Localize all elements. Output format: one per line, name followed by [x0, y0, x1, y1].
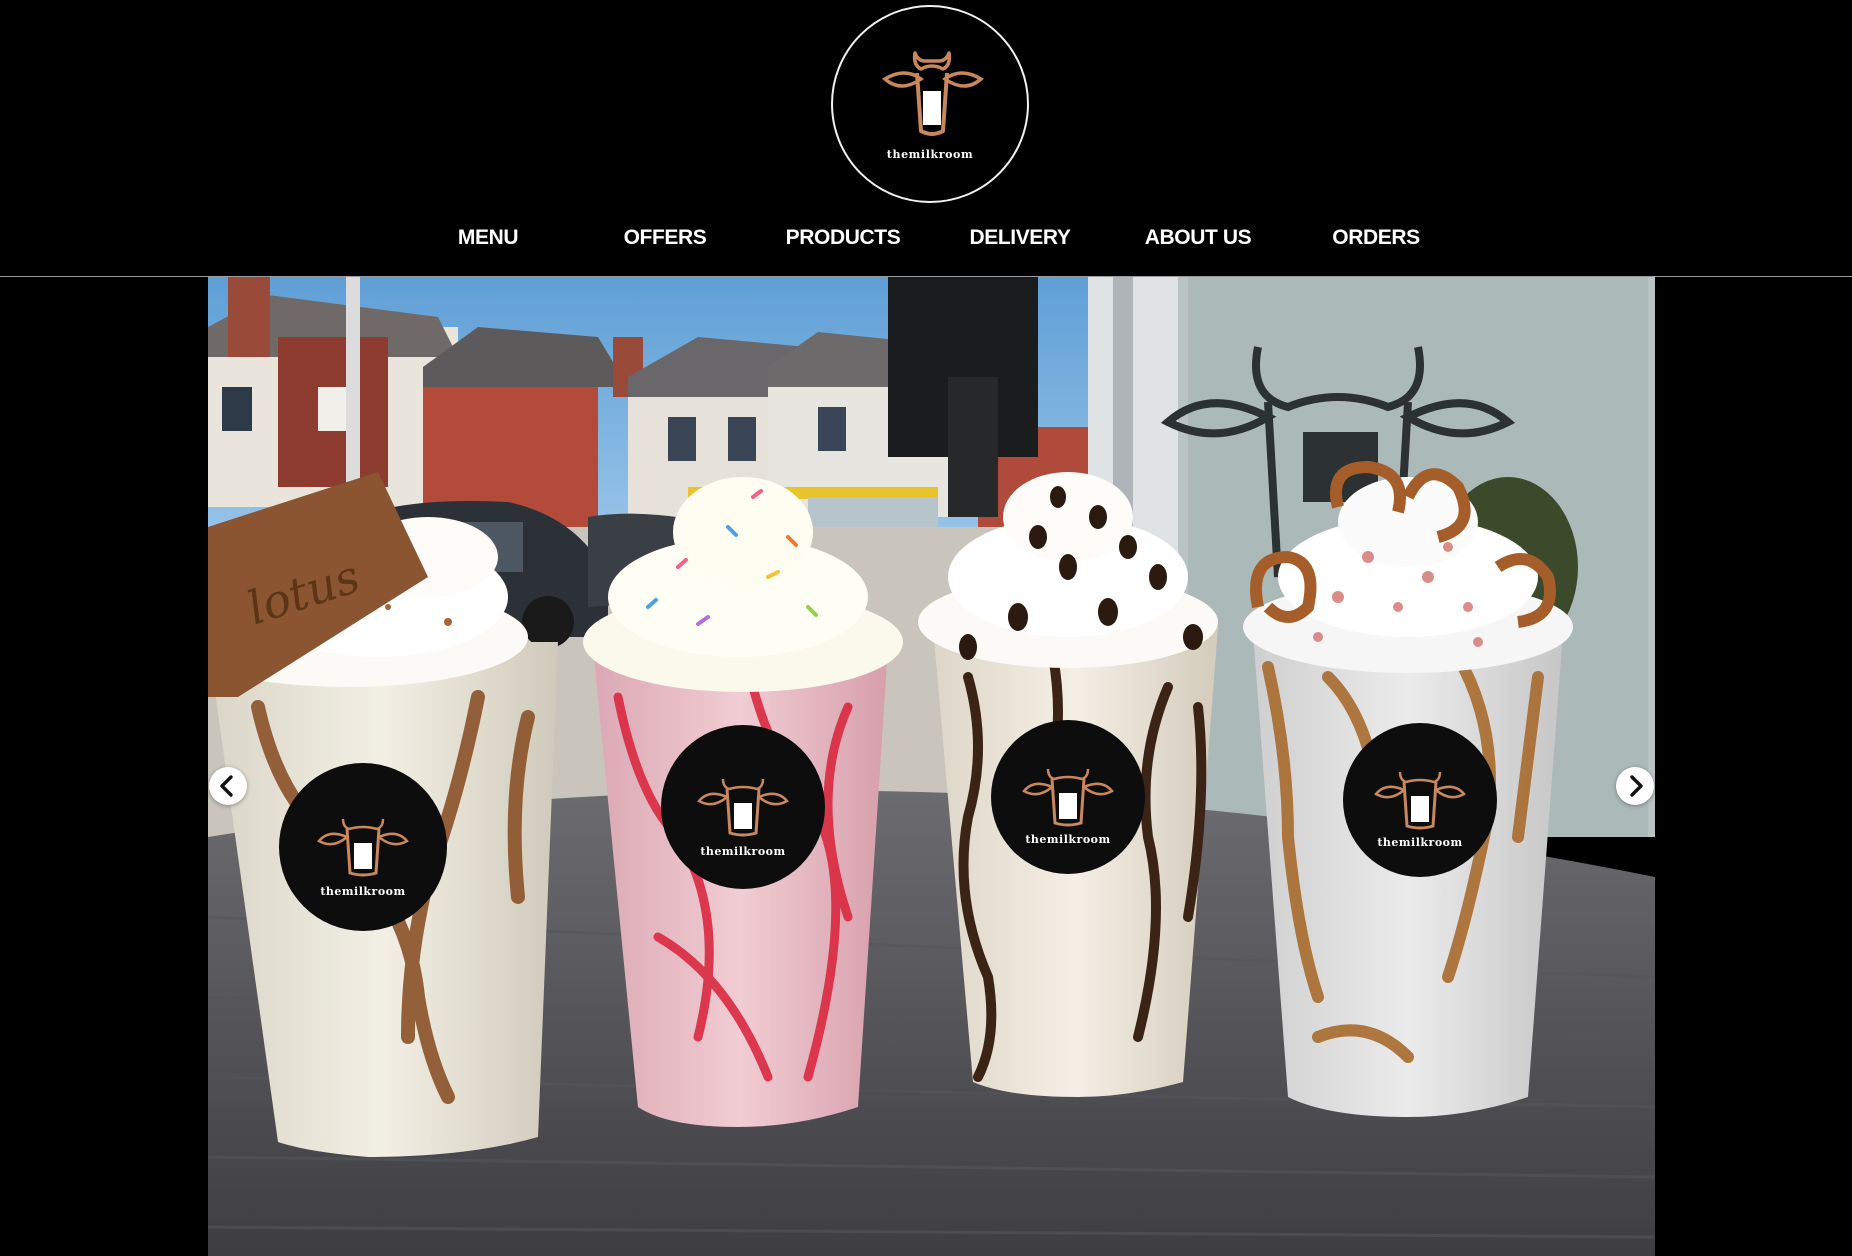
page: themilkroom MENU OFFERS PRODUCTS DELIVER… — [0, 0, 1852, 1256]
svg-text:themilkroom: themilkroom — [700, 845, 785, 858]
slider-prev-button[interactable] — [209, 767, 247, 805]
nav-orders[interactable]: ORDERS — [1286, 222, 1466, 254]
nav-offers[interactable]: OFFERS — [575, 222, 755, 254]
nav-delivery[interactable]: DELIVERY — [930, 222, 1110, 254]
cow-milk-glass-icon — [882, 51, 984, 136]
nav-products[interactable]: PRODUCTS — [753, 222, 933, 254]
site-header: themilkroom MENU OFFERS PRODUCTS DELIVER… — [0, 0, 1852, 277]
svg-text:themilkroom: themilkroom — [1025, 833, 1110, 846]
chevron-left-icon — [220, 775, 233, 797]
milkshakes-photo: lotus themilkroom themilkroom themilkroo… — [208, 277, 1655, 1256]
brand-wordmark: themilkroom — [886, 148, 974, 161]
chevron-right-icon — [1630, 775, 1643, 797]
nav-about-us[interactable]: ABOUT US — [1108, 222, 1288, 254]
nav-menu[interactable]: MENU — [398, 222, 578, 254]
svg-text:themilkroom: themilkroom — [320, 885, 405, 898]
slider-next-button[interactable] — [1616, 767, 1654, 805]
hero-slider[interactable]: lotus themilkroom themilkroom themilkroo… — [208, 277, 1655, 1256]
main-nav: MENU OFFERS PRODUCTS DELIVERY ABOUT US O… — [0, 222, 1852, 254]
svg-text:themilkroom: themilkroom — [1377, 836, 1462, 849]
brand-logo[interactable]: themilkroom — [831, 5, 1029, 203]
